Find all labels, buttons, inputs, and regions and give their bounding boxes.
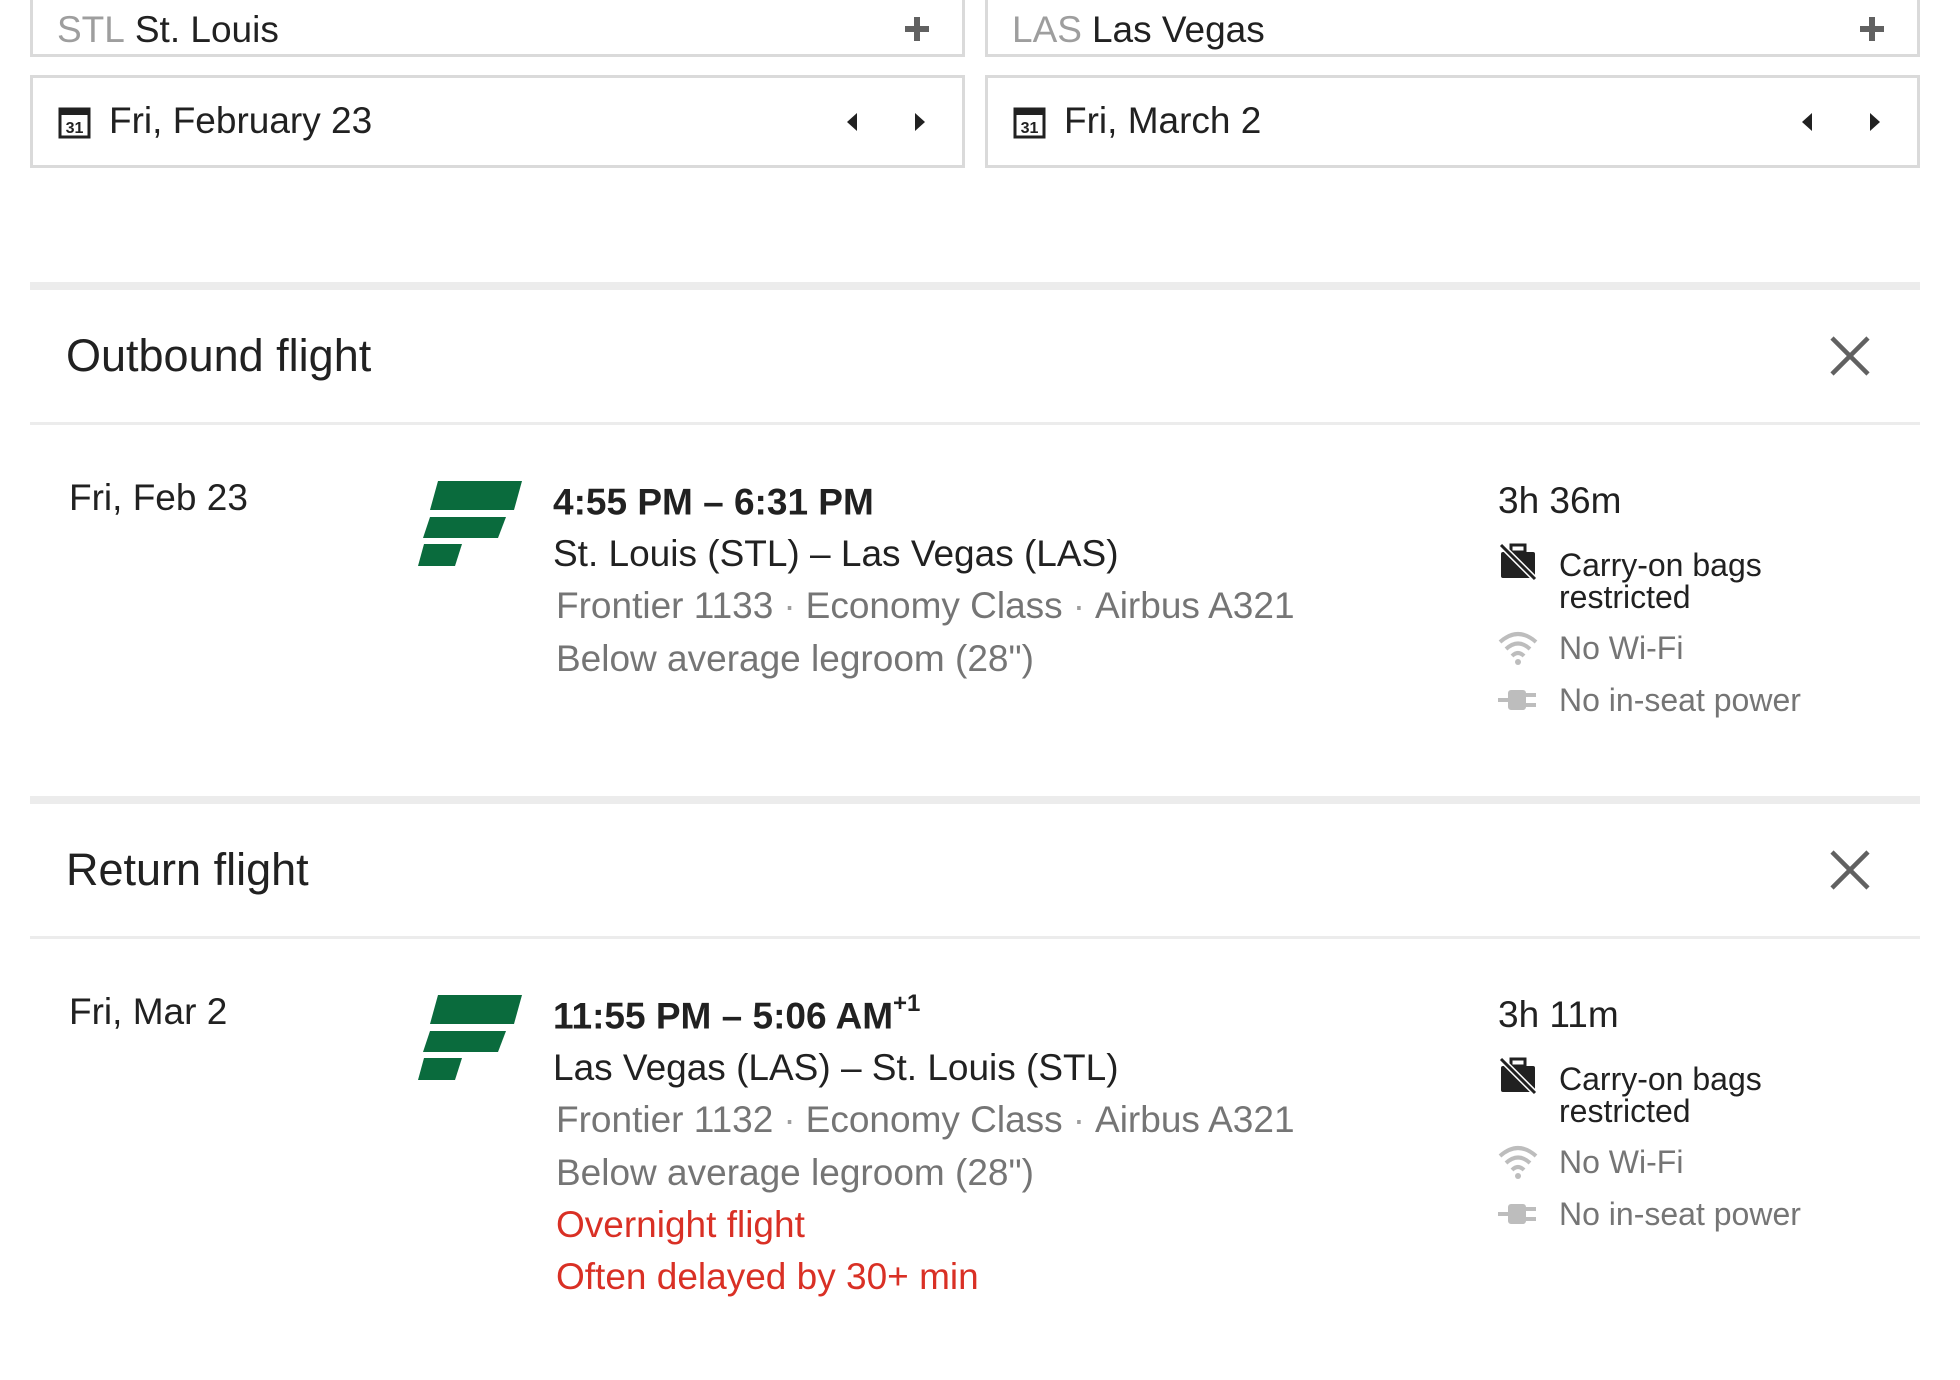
destination-name: Las Vegas (1091, 9, 1265, 50)
plus-icon[interactable] (1857, 14, 1887, 44)
outbound-cabin: Economy Class (805, 585, 1063, 626)
return-cabin: Economy Class (805, 1099, 1063, 1140)
outbound-wifi-text: No Wi-Fi (1559, 630, 1684, 666)
header-divider (30, 936, 1920, 939)
power-plug-icon (1498, 690, 1536, 710)
return-wifi-text: No Wi-Fi (1559, 1144, 1684, 1180)
outbound-flight-info: Frontier 1133 · Economy Class · Airbus A321 (556, 585, 1295, 627)
calendar-day-label: 31 (66, 120, 84, 137)
wifi-icon (1498, 632, 1538, 665)
outbound-bags-line2: restricted (1559, 579, 1691, 615)
origin-code: STL (57, 9, 125, 50)
return-warning-delayed: Often delayed by 30+ min (556, 1256, 979, 1297)
outbound-date: Fri, Feb 23 (69, 477, 248, 518)
destination-text: LAS Las Vegas (1012, 9, 1265, 51)
return-times: 11:55 PM – 5:06 AM+1 (553, 990, 920, 1037)
return-aircraft: Airbus A321 (1095, 1099, 1295, 1140)
chevron-left-icon[interactable] (842, 111, 864, 133)
return-date-field[interactable]: 31 Fri, March 2 (985, 75, 1920, 168)
return-date: Fri, Mar 2 (69, 991, 228, 1032)
return-power-text: No in-seat power (1559, 1196, 1801, 1232)
chevron-right-icon[interactable] (908, 111, 930, 133)
calendar-day-label: 31 (1021, 120, 1039, 137)
separator-dot: · (1072, 585, 1086, 626)
outbound-bags-line1: Carry-on bags (1559, 547, 1762, 583)
outbound-times-text: 4:55 PM – 6:31 PM (553, 481, 874, 523)
destination-field[interactable]: LAS Las Vegas (985, 0, 1920, 57)
return-date-text: Fri, March 2 (1064, 100, 1262, 141)
origin-name: St. Louis (134, 9, 279, 50)
separator-dot: · (1072, 1099, 1086, 1140)
return-route: Las Vegas (LAS) – St. Louis (STL) (553, 1047, 1119, 1088)
depart-date-field[interactable]: 31 Fri, February 23 (30, 75, 965, 168)
section-divider (30, 282, 1920, 290)
return-title: Return flight (66, 844, 309, 895)
frontier-logo-icon (418, 995, 522, 1080)
destination-code: LAS (1012, 9, 1082, 50)
return-times-text: 11:55 PM – 5:06 AM (553, 995, 894, 1037)
no-bag-icon (1498, 542, 1538, 582)
return-day-offset: +1 (893, 990, 921, 1017)
wifi-icon (1498, 1146, 1538, 1179)
separator-dot: · (783, 1099, 796, 1140)
header-divider (30, 422, 1920, 425)
outbound-duration: 3h 36m (1498, 480, 1622, 521)
no-bag-icon (1498, 1056, 1538, 1096)
calendar-icon: 31 (58, 107, 91, 139)
return-warning-overnight: Overnight flight (556, 1204, 805, 1245)
origin-text: STL St. Louis (57, 9, 279, 51)
return-bags-line2: restricted (1559, 1093, 1691, 1129)
chevron-right-icon[interactable] (1863, 111, 1885, 133)
outbound-title: Outbound flight (66, 330, 372, 381)
calendar-icon: 31 (1013, 107, 1046, 139)
outbound-flight-number: Frontier 1133 (556, 585, 774, 626)
plus-icon[interactable] (902, 14, 932, 44)
outbound-times: 4:55 PM – 6:31 PM (553, 480, 874, 523)
frontier-logo-icon (418, 481, 522, 566)
origin-field[interactable]: STL St. Louis (30, 0, 965, 57)
depart-date-text: Fri, February 23 (109, 100, 373, 141)
return-flight-number: Frontier 1132 (556, 1099, 774, 1140)
outbound-power-text: No in-seat power (1559, 682, 1801, 718)
return-duration: 3h 11m (1498, 994, 1619, 1035)
power-plug-icon (1498, 1204, 1536, 1224)
chevron-left-icon[interactable] (1797, 111, 1819, 133)
return-legroom: Below average legroom (28") (556, 1152, 1034, 1193)
outbound-aircraft: Airbus A321 (1095, 585, 1295, 626)
close-icon[interactable] (1828, 848, 1872, 892)
separator-dot: · (783, 585, 796, 626)
section-divider (30, 796, 1920, 804)
outbound-route: St. Louis (STL) – Las Vegas (LAS) (553, 533, 1119, 574)
return-bags-line1: Carry-on bags (1559, 1061, 1762, 1097)
return-flight-info: Frontier 1132 · Economy Class · Airbus A321 (556, 1099, 1295, 1141)
close-icon[interactable] (1828, 334, 1872, 378)
outbound-legroom: Below average legroom (28") (556, 638, 1034, 679)
